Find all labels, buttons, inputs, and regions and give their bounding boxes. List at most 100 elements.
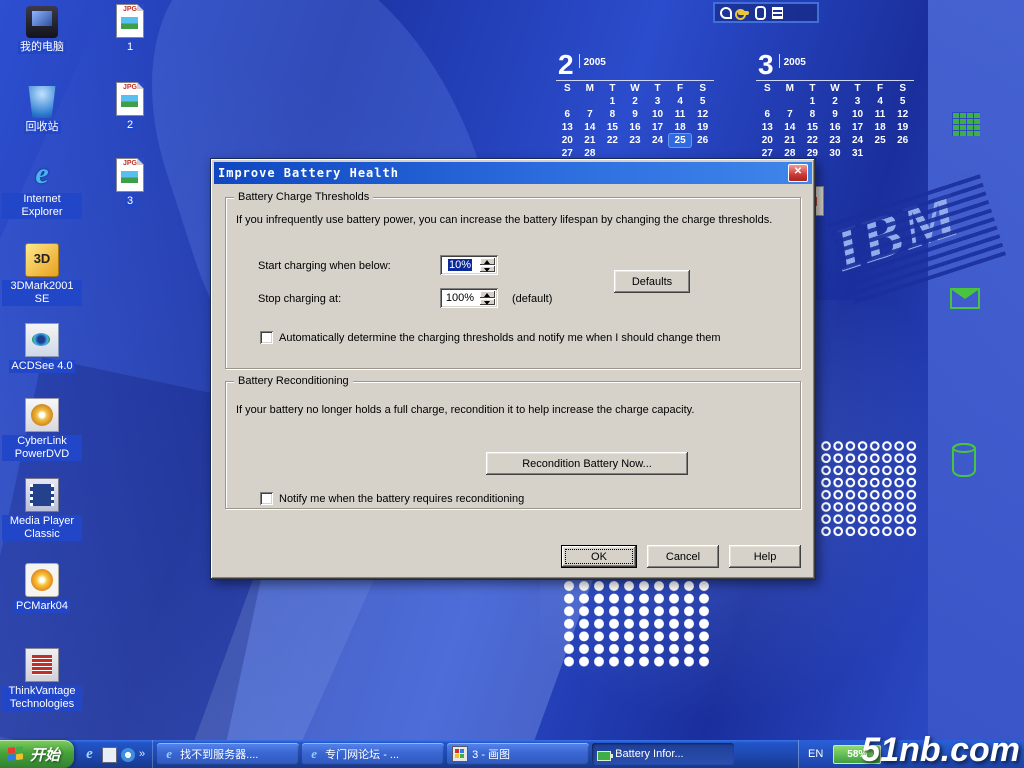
task-label: 找不到服务器.... bbox=[180, 746, 258, 762]
start-charging-value[interactable]: 10% bbox=[440, 255, 480, 275]
calendar-day bbox=[556, 95, 579, 108]
notify-reconditioning-checkbox[interactable] bbox=[260, 492, 273, 505]
desktop-file-jpg-1[interactable]: JPG1 bbox=[90, 4, 170, 54]
desktop-icon-my-computer[interactable]: 我的电脑 bbox=[2, 6, 82, 54]
envelope-icon bbox=[950, 288, 980, 309]
show-desktop-icon[interactable] bbox=[102, 747, 117, 763]
help-button[interactable]: Help bbox=[729, 545, 801, 568]
reconditioning-description: If your battery no longer holds a full c… bbox=[236, 404, 792, 416]
recondition-battery-button[interactable]: Recondition Battery Now... bbox=[486, 452, 688, 475]
calendar-day: 11 bbox=[869, 108, 892, 121]
calendar-day: 24 bbox=[846, 134, 869, 147]
battery-percent: 58% bbox=[847, 749, 867, 760]
calendar-day: 15 bbox=[601, 121, 624, 134]
calendar-day-header: T bbox=[801, 82, 824, 95]
calendar-day: 4 bbox=[869, 95, 892, 108]
jpg-file-icon: JPG bbox=[116, 158, 144, 192]
calendar-day-header: W bbox=[624, 82, 647, 95]
paint-icon bbox=[452, 746, 468, 762]
calendar-day-header: M bbox=[579, 82, 602, 95]
calendar-day: 5 bbox=[691, 95, 714, 108]
desktop-icon-label: 我的电脑 bbox=[18, 41, 66, 54]
desktop-icon-powerdvd[interactable]: CyberLink PowerDVD bbox=[2, 398, 82, 461]
battery-indicator[interactable]: 58% bbox=[833, 745, 881, 764]
desktop-icon-label: 3 bbox=[125, 195, 135, 208]
thinkvantage-icon bbox=[25, 648, 59, 682]
calendar-day: 2 bbox=[824, 95, 847, 108]
document-icon[interactable] bbox=[772, 7, 783, 19]
calendar-day: 9 bbox=[824, 108, 847, 121]
media-player-icon[interactable] bbox=[121, 748, 135, 762]
calendar-february-2005: 2 2005 SMTWTFS12345678910111213141516171… bbox=[556, 52, 714, 160]
desktop-file-jpg-3[interactable]: JPG 3 bbox=[90, 158, 170, 208]
battery-icon bbox=[597, 751, 611, 761]
calendar-day: 16 bbox=[824, 121, 847, 134]
desktop-icon-internet-explorer[interactable]: Internet Explorer bbox=[2, 158, 82, 219]
calendar-day: 18 bbox=[869, 121, 892, 134]
defaults-button[interactable]: Defaults bbox=[614, 270, 690, 293]
start-button[interactable]: 开始 bbox=[0, 740, 74, 768]
calendar-day bbox=[869, 147, 892, 160]
stop-charging-value[interactable]: 100% bbox=[440, 288, 480, 308]
language-indicator[interactable]: EN bbox=[808, 748, 823, 760]
chevron-overflow-icon[interactable]: » bbox=[139, 746, 145, 763]
taskbar-task-paint[interactable]: 3 - 画图 bbox=[447, 743, 589, 765]
spin-up-button[interactable] bbox=[480, 258, 495, 265]
calendar-day: 18 bbox=[669, 121, 692, 134]
calendar-day: 25 bbox=[869, 134, 892, 147]
spinner-buttons bbox=[480, 291, 495, 305]
notify-reconditioning-row: Notify me when the battery requires reco… bbox=[260, 492, 524, 505]
dialog-improve-battery-health: Improve Battery Health ✕ Battery Charge … bbox=[210, 158, 816, 580]
my-computer-icon bbox=[26, 6, 58, 38]
file-type-badge: JPG bbox=[117, 6, 143, 13]
spin-down-button[interactable] bbox=[480, 299, 495, 306]
key-icon[interactable] bbox=[738, 11, 749, 15]
internet-explorer-icon[interactable] bbox=[81, 746, 98, 763]
auto-determine-label: Automatically determine the charging thr… bbox=[279, 332, 720, 344]
calendar-day-header: W bbox=[824, 82, 847, 95]
taskbar-task-server-not-found[interactable]: 找不到服务器.... bbox=[157, 743, 299, 765]
calendar-day-header: S bbox=[556, 82, 579, 95]
desktop-icon-pcmark04[interactable]: PCMark04 bbox=[2, 563, 82, 613]
calendar-day bbox=[891, 147, 914, 160]
desktop-icon-acdsee[interactable]: ACDSee 4.0 bbox=[2, 323, 82, 373]
calendar-day-header: M bbox=[779, 82, 802, 95]
task-label: Battery Infor... bbox=[615, 748, 683, 760]
calendar-day-header: T bbox=[646, 82, 669, 95]
task-button-area: 找不到服务器.... 专门网论坛 - ...3 - 画图 Battery Infor… bbox=[153, 743, 737, 765]
recycle-bin-icon bbox=[26, 86, 58, 118]
calendar-day: 20 bbox=[756, 134, 779, 147]
calendar-day: 20 bbox=[556, 134, 579, 147]
wallpaper-shape bbox=[180, 560, 600, 768]
auto-determine-checkbox[interactable] bbox=[260, 331, 273, 344]
taskbar-task-forum-51nb[interactable]: 专门网论坛 - ... bbox=[302, 743, 444, 765]
calendar-day: 13 bbox=[756, 121, 779, 134]
mouse-icon[interactable] bbox=[755, 6, 766, 20]
calendar-day: 13 bbox=[556, 121, 579, 134]
calendar-march-2005: 3 2005 SMTWTFS12345678910111213141516171… bbox=[756, 52, 914, 160]
calendar-day: 22 bbox=[601, 134, 624, 147]
desktop-icon-recycle-bin[interactable]: 回收站 bbox=[2, 86, 82, 134]
ok-button[interactable]: OK bbox=[561, 545, 637, 568]
close-button[interactable]: ✕ bbox=[788, 164, 808, 182]
start-charging-spinner[interactable]: 10% bbox=[440, 255, 498, 275]
dialog-titlebar[interactable]: Improve Battery Health ✕ bbox=[214, 162, 812, 184]
calendar-day-header: F bbox=[669, 82, 692, 95]
thresholds-description: If you infrequently use battery power, y… bbox=[236, 214, 792, 226]
stop-charging-spinner[interactable]: 100% bbox=[440, 288, 498, 308]
cancel-button[interactable]: Cancel bbox=[647, 545, 719, 568]
calendar-day: 3 bbox=[646, 95, 669, 108]
desktop-file-jpg-2[interactable]: JPG2 bbox=[90, 82, 170, 132]
desktop-icon-mpc[interactable]: Media Player Classic bbox=[2, 478, 82, 541]
spin-down-button[interactable] bbox=[480, 266, 495, 273]
calendar-day: 19 bbox=[691, 121, 714, 134]
taskbar: 开始 » 找不到服务器.... 专门网论坛 - ...3 - 画图 Battery … bbox=[0, 740, 1024, 768]
calendar-day: 8 bbox=[601, 108, 624, 121]
spin-up-button[interactable] bbox=[480, 291, 495, 298]
desktop-icon-thinkvantage[interactable]: ThinkVantage Technologies bbox=[2, 648, 82, 711]
desktop-icon-3dmark2001[interactable]: 3DMark2001 SE bbox=[2, 243, 82, 306]
calendar-day: 6 bbox=[556, 108, 579, 121]
phone-icon[interactable] bbox=[720, 7, 732, 19]
close-icon: ✕ bbox=[794, 166, 802, 177]
taskbar-task-battery-information[interactable]: Battery Infor... bbox=[592, 743, 734, 765]
